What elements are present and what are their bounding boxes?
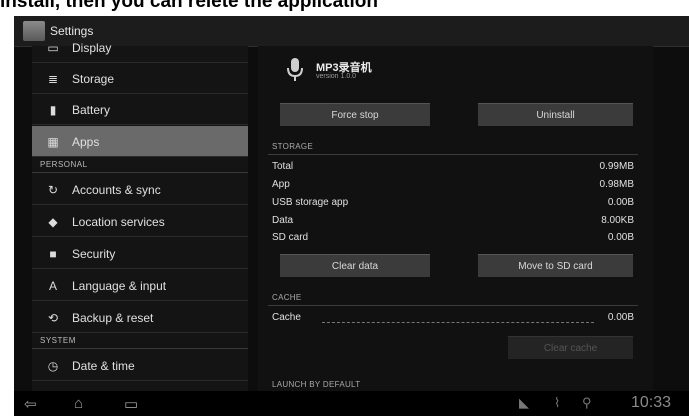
row-value: 0.00B <box>607 312 634 323</box>
dotted-leader <box>322 322 594 323</box>
force-stop-button[interactable]: Force stop <box>280 103 430 126</box>
row-label: Data <box>272 215 294 226</box>
uninstall-button[interactable]: Uninstall <box>478 103 633 126</box>
row-value: 0.99MB <box>599 161 634 172</box>
sidebar-item-language[interactable]: A Language & input <box>32 270 248 301</box>
sidebar-item-label: Security <box>72 247 116 261</box>
row-label: USB storage app <box>272 197 349 208</box>
storage-row-data: Data 8.00KB <box>272 215 634 231</box>
sidebar-item-label: Apps <box>72 135 100 149</box>
cache-row: Cache 0.00B <box>272 312 634 328</box>
sidebar-item-battery[interactable]: ▮ Battery <box>32 94 248 125</box>
recent-apps-icon[interactable]: ▭ <box>124 395 138 413</box>
divider <box>268 154 638 155</box>
lock-icon: ■ <box>49 247 57 261</box>
divider <box>32 348 248 349</box>
row-value: 0.00B <box>607 232 634 243</box>
language-icon: A <box>48 279 57 293</box>
backup-icon: ⟲ <box>47 311 59 325</box>
status-clock: 10:33 <box>630 394 671 411</box>
sidebar-item-label: Accounts & sync <box>72 183 161 197</box>
settings-sidebar: ▭ Display ≣ Storage ▮ Battery ▦ Apps PER… <box>32 41 248 391</box>
back-icon[interactable]: ⇦ <box>24 395 37 413</box>
section-header-personal: PERSONAL <box>40 160 88 169</box>
clear-cache-button[interactable]: Clear cache <box>508 336 633 359</box>
clock-icon: ◷ <box>47 359 59 373</box>
clear-data-button[interactable]: Clear data <box>280 254 430 277</box>
move-to-sd-button[interactable]: Move to SD card <box>478 254 633 277</box>
caption-text: install, then you can relete the applica… <box>0 0 378 12</box>
launch-default-header: LAUNCH BY DEFAULT <box>272 380 361 389</box>
storage-section-header: STORAGE <box>272 142 314 151</box>
storage-row-total: Total 0.99MB <box>272 161 634 177</box>
sidebar-item-label: Storage <box>72 72 115 86</box>
sidebar-item-label: Language & input <box>72 279 167 293</box>
sidebar-item-label: Location services <box>72 215 165 229</box>
sidebar-item-security[interactable]: ■ Security <box>32 238 248 269</box>
divider <box>268 305 638 306</box>
row-label: App <box>272 179 290 190</box>
sidebar-item-label: Display <box>72 41 112 55</box>
battery-icon: ▮ <box>49 103 57 117</box>
sidebar-item-location[interactable]: ◆ Location services <box>32 206 248 237</box>
storage-row-app: App 0.98MB <box>272 179 634 195</box>
cache-section-header: CACHE <box>272 293 302 302</box>
microphone-icon <box>287 58 303 81</box>
storage-row-usb: USB storage app 0.00B <box>272 197 634 213</box>
row-label: Total <box>272 161 294 172</box>
apps-icon: ▦ <box>47 135 59 149</box>
signal-icon: ◣ <box>519 395 529 410</box>
display-icon: ▭ <box>47 41 59 55</box>
sync-icon: ↻ <box>47 183 59 197</box>
storage-row-sd-card: SD card 0.00B <box>272 232 634 248</box>
sidebar-item-label: Backup & reset <box>72 311 154 325</box>
sidebar-item-backup[interactable]: ⟲ Backup & reset <box>32 302 248 333</box>
sidebar-item-date-time[interactable]: ◷ Date & time <box>32 350 248 381</box>
sidebar-item-display[interactable]: ▭ Display <box>32 32 248 63</box>
section-header-system: SYSTEM <box>40 336 76 345</box>
divider <box>32 172 248 173</box>
app-version: version 1.0.0 <box>316 73 357 80</box>
row-value: 0.98MB <box>599 179 634 190</box>
row-value: 0.00B <box>607 197 634 208</box>
row-label: Cache <box>272 312 301 323</box>
app-info-panel: MP3录音机 version 1.0.0 Force stop Uninstal… <box>258 46 653 391</box>
system-nav-bar: ⇦ ⌂ ▭ ◣ ⌇ ⚲ 10:33 <box>14 391 689 416</box>
row-label: SD card <box>272 232 309 243</box>
row-value: 8.00KB <box>601 215 634 226</box>
sidebar-item-label: Battery <box>72 103 111 117</box>
sidebar-item-apps[interactable]: ▦ Apps <box>32 126 248 157</box>
tablet-screen: Settings ▭ Display ≣ Storage ▮ Battery ▦… <box>14 16 689 416</box>
sidebar-item-accounts-sync[interactable]: ↻ Accounts & sync <box>32 174 248 205</box>
sidebar-item-label: Date & time <box>72 359 135 373</box>
wifi-icon: ⌇ <box>554 395 561 410</box>
home-icon[interactable]: ⌂ <box>74 395 83 412</box>
location-icon: ◆ <box>48 215 58 229</box>
usb-icon: ⚲ <box>582 395 592 410</box>
storage-icon: ≣ <box>47 72 59 86</box>
sidebar-item-storage[interactable]: ≣ Storage <box>32 63 248 94</box>
